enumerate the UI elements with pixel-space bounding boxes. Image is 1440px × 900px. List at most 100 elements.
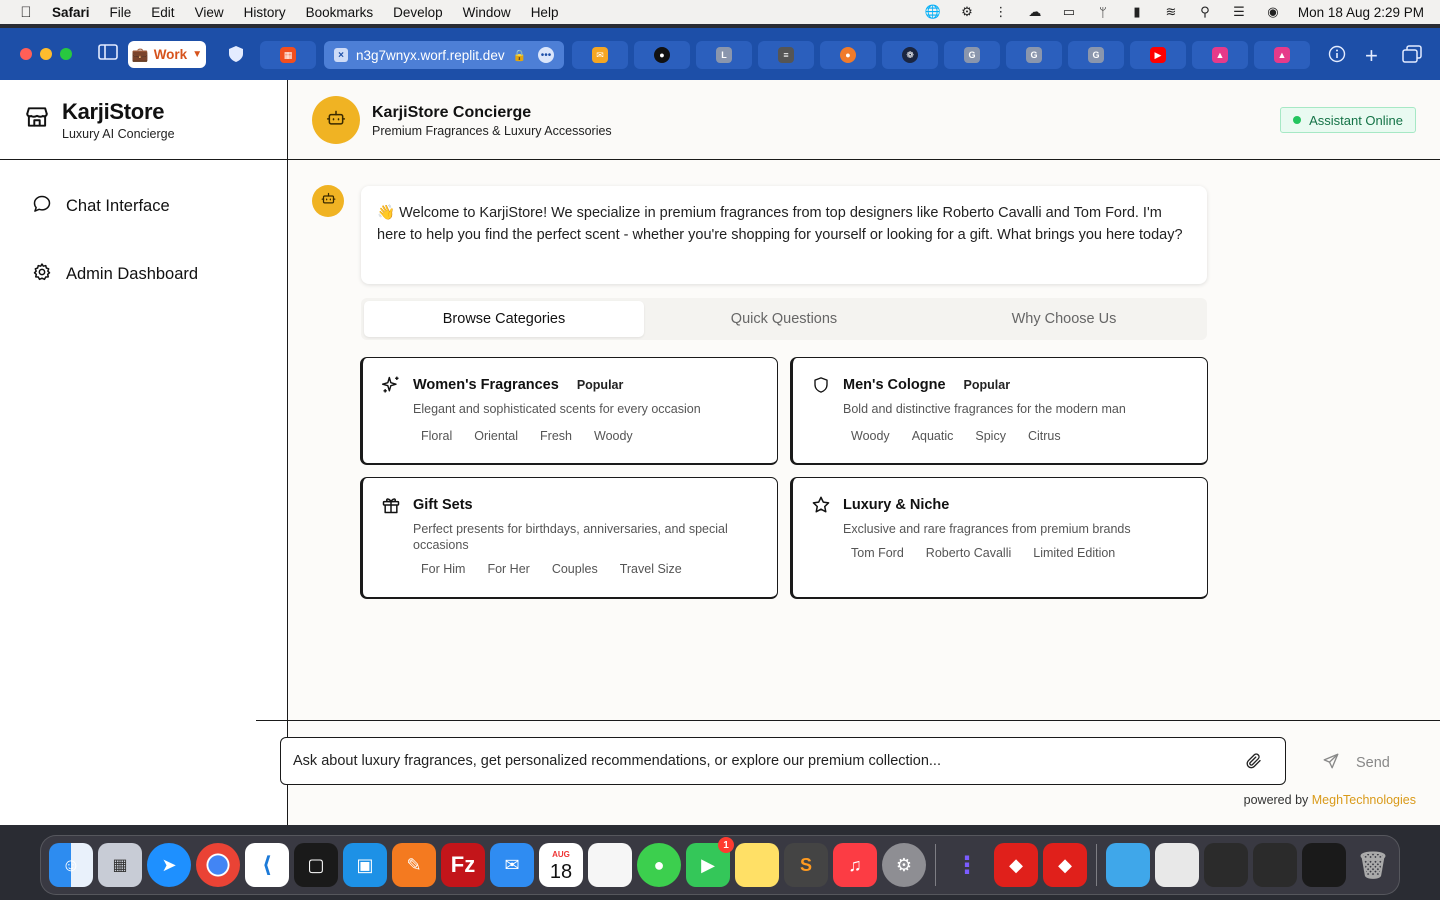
close-tab-icon[interactable]: × — [334, 48, 348, 62]
tab-browse-categories[interactable]: Browse Categories — [364, 301, 644, 337]
menu-edit[interactable]: Edit — [141, 5, 184, 20]
notes-icon[interactable] — [588, 843, 632, 887]
tag-chip[interactable]: For Him — [413, 560, 473, 578]
waveform-status-icon[interactable]: ⋮ — [992, 4, 1010, 19]
tab-why-choose-us[interactable]: Why Choose Us — [924, 301, 1204, 337]
vscode-icon[interactable]: ⟨ — [245, 843, 289, 887]
apple-menu-icon[interactable]:  — [0, 4, 52, 21]
wifi-icon[interactable]: ≋ — [1162, 4, 1180, 19]
powered-brand-link[interactable]: MeghTechnologies — [1312, 793, 1416, 807]
tab-favicon-github[interactable]: ● — [634, 41, 690, 69]
category-card-gift-sets[interactable]: Gift Sets Perfect presents for birthdays… — [360, 477, 778, 599]
nav-chat-interface[interactable]: Chat Interface — [0, 194, 170, 218]
menu-view[interactable]: View — [185, 5, 234, 20]
tab-overview-icon[interactable] — [1402, 45, 1422, 63]
tag-chip[interactable]: Oriental — [466, 427, 526, 445]
send-button[interactable]: Send — [1322, 752, 1390, 774]
tag-chip[interactable]: Woody — [586, 427, 641, 445]
menu-clock[interactable]: Mon 18 Aug 2:29 PM — [1298, 5, 1424, 20]
tag-chip[interactable]: Roberto Cavalli — [918, 544, 1019, 562]
tag-chip[interactable]: Aquatic — [904, 427, 962, 445]
tab-favicon-orange[interactable]: ● — [820, 41, 876, 69]
paperclip-icon[interactable] — [1245, 752, 1263, 774]
sidebar-toggle-icon[interactable] — [98, 44, 118, 60]
docker-icon[interactable]: ▣ — [343, 843, 387, 887]
tag-chip[interactable]: Citrus — [1020, 427, 1069, 445]
globe-status-icon[interactable]: 🌐 — [924, 4, 942, 19]
menu-history[interactable]: History — [234, 5, 296, 20]
facetime-icon[interactable]: ▶ 1 — [686, 837, 734, 887]
tag-chip[interactable]: Fresh — [532, 427, 580, 445]
sublime-icon[interactable]: S — [784, 843, 828, 887]
menu-bookmarks[interactable]: Bookmarks — [296, 5, 384, 20]
tab-favicon-mail[interactable]: ✉ — [572, 41, 628, 69]
minimize-window-button[interactable] — [40, 48, 52, 60]
chrome-icon[interactable] — [196, 843, 240, 887]
mail-icon[interactable]: ✉ — [490, 843, 534, 887]
profile-selector-button[interactable]: 💼 Work ▼ — [128, 41, 206, 68]
privacy-shield-icon[interactable] — [228, 45, 244, 63]
tag-chip[interactable]: Travel Size — [612, 560, 690, 578]
cloud-status-icon[interactable]: ☁ — [1026, 4, 1044, 19]
tab-quick-questions[interactable]: Quick Questions — [644, 301, 924, 337]
tab-favicon-l[interactable]: L — [696, 41, 752, 69]
messages-icon[interactable]: ● — [637, 843, 681, 887]
tag-chip[interactable]: Floral — [413, 427, 460, 445]
window-thumbnail-icon[interactable] — [1302, 843, 1346, 887]
anydesk-icon[interactable]: ◆ — [994, 843, 1038, 887]
safari-icon[interactable]: ➤ — [147, 843, 191, 887]
display-status-icon[interactable]: ▭ — [1060, 4, 1078, 19]
cube-app-icon[interactable]: ▢ — [294, 843, 338, 887]
window-thumbnail-icon[interactable] — [1253, 843, 1297, 887]
more-options-icon[interactable]: ••• — [538, 47, 554, 63]
tab-favicon-youtube[interactable]: ▶ — [1130, 41, 1186, 69]
folder-icon[interactable] — [1106, 843, 1150, 887]
tag-chip[interactable]: Limited Edition — [1025, 544, 1123, 562]
zoom-window-button[interactable] — [60, 48, 72, 60]
finder-icon[interactable]: ☺ — [49, 843, 93, 887]
tab-favicon-code[interactable]: ≡ — [758, 41, 814, 69]
pen-app-icon[interactable]: ✎ — [392, 843, 436, 887]
window-thumbnail-icon[interactable] — [1155, 843, 1199, 887]
menu-develop[interactable]: Develop — [383, 5, 453, 20]
menu-file[interactable]: File — [100, 5, 142, 20]
menu-help[interactable]: Help — [521, 5, 569, 20]
bluetooth-icon[interactable]: ᛘ — [1094, 5, 1112, 20]
tab-favicon-figma[interactable]: ▦ — [260, 41, 316, 69]
control-center-icon[interactable]: ☰ — [1230, 4, 1248, 19]
robot-status-icon[interactable]: ⚙ — [958, 4, 976, 19]
tag-chip[interactable]: Couples — [544, 560, 606, 578]
chat-input[interactable]: Ask about luxury fragrances, get persona… — [280, 737, 1286, 785]
menu-app-name[interactable]: Safari — [52, 5, 100, 20]
category-card-luxury-niche[interactable]: Luxury & Niche Exclusive and rare fragra… — [790, 477, 1208, 599]
tab-favicon-g3[interactable]: G — [1068, 41, 1124, 69]
tab-favicon-arc2[interactable]: ▲ — [1254, 41, 1310, 69]
tab-favicon-g1[interactable]: G — [944, 41, 1000, 69]
tag-chip[interactable]: Tom Ford — [843, 544, 912, 562]
music-icon[interactable]: ♫ — [833, 843, 877, 887]
new-tab-plus-icon[interactable]: + — [1365, 43, 1378, 69]
category-card-mens[interactable]: Men's Cologne Popular Bold and distinctiv… — [790, 357, 1208, 465]
tab-favicon-openai[interactable]: ❁ — [882, 41, 938, 69]
tab-favicon-g2[interactable]: G — [1006, 41, 1062, 69]
spotlight-search-icon[interactable]: ⚲ — [1196, 4, 1214, 19]
launchpad-icon[interactable]: ▦ — [98, 843, 142, 887]
anydesk-alt-icon[interactable]: ◆ — [1043, 843, 1087, 887]
tab-favicon-arc1[interactable]: ▲ — [1192, 41, 1248, 69]
info-icon[interactable] — [1328, 45, 1346, 63]
menu-window[interactable]: Window — [453, 5, 521, 20]
address-bar[interactable]: × n3g7wnyx.worf.replit.dev 🔒 ••• — [324, 41, 564, 69]
calendar-icon[interactable]: AUG 18 — [539, 843, 583, 887]
nav-admin-dashboard[interactable]: Admin Dashboard — [0, 262, 198, 286]
trash-icon[interactable]: 🗑 — [1351, 843, 1395, 887]
siri-icon[interactable]: ◉ — [1264, 4, 1282, 19]
battery-icon[interactable]: ▮ — [1128, 4, 1146, 19]
filezilla-icon[interactable]: Fz — [441, 843, 485, 887]
close-window-button[interactable] — [20, 48, 32, 60]
voice-app-icon[interactable]: ⋮ — [945, 843, 989, 887]
tag-chip[interactable]: Spicy — [967, 427, 1014, 445]
system-settings-icon[interactable]: ⚙ — [882, 843, 926, 887]
category-card-womens[interactable]: Women's Fragrances Popular Elegant and so… — [360, 357, 778, 465]
tag-chip[interactable]: Woody — [843, 427, 898, 445]
window-thumbnail-icon[interactable] — [1204, 843, 1248, 887]
